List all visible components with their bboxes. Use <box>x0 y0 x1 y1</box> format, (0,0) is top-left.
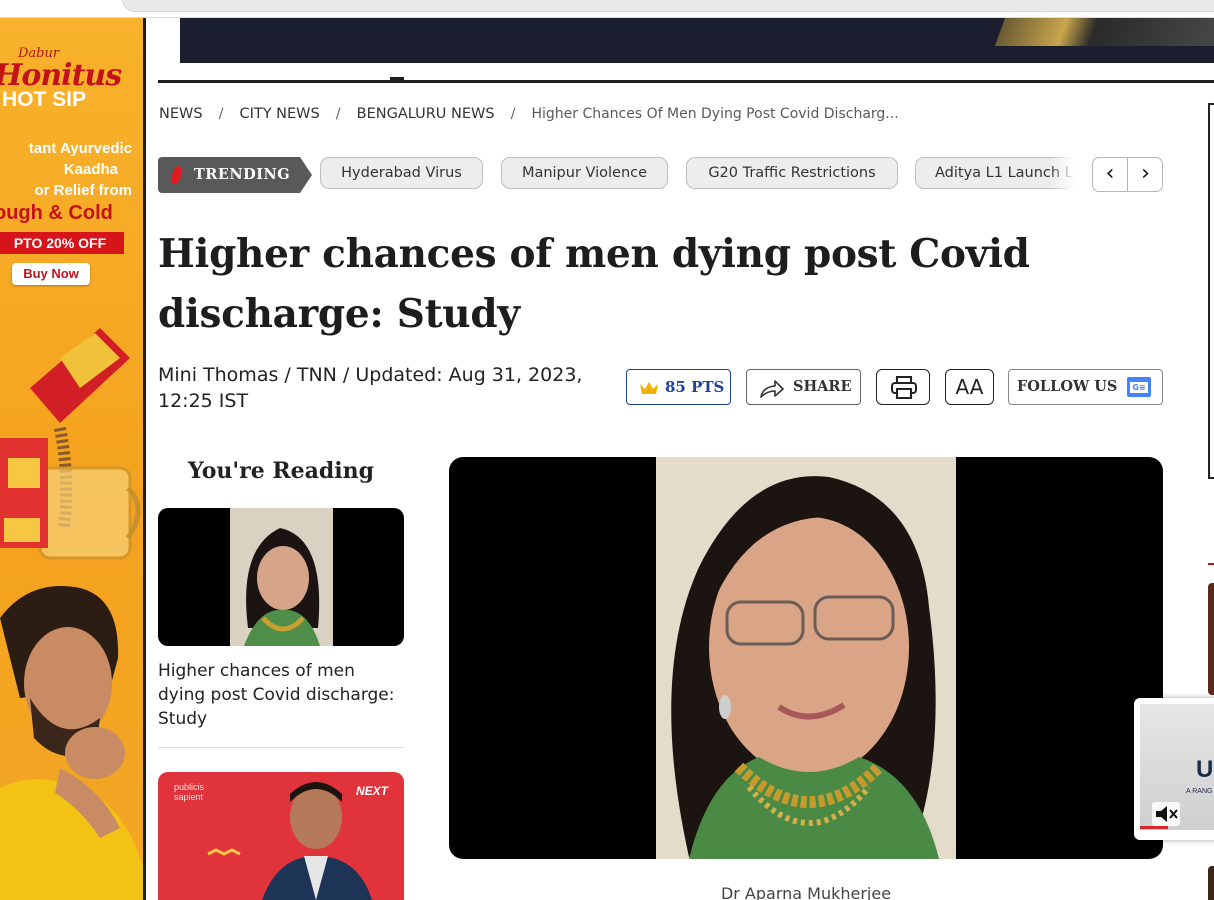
follow-label: FOLLOW US <box>1017 378 1118 395</box>
ad-product: HOT SIP <box>2 88 87 111</box>
article-headline: Higher chances of men dying post Covid d… <box>158 231 1030 337</box>
ad-product-image <box>0 328 141 560</box>
article-main-image[interactable] <box>449 457 1163 859</box>
reading-separator <box>158 747 404 748</box>
reading-thumbnail-image <box>230 508 333 646</box>
trending-badge: TRENDING <box>158 157 312 193</box>
share-icon <box>759 378 785 412</box>
right-rail-ad[interactable] <box>1208 103 1214 479</box>
flame-icon <box>170 166 183 184</box>
breadcrumb-current: Higher Chances Of Men Dying Post Covid D… <box>531 106 899 122</box>
print-button[interactable] <box>876 369 930 405</box>
breadcrumb-item-city-news[interactable]: CITY NEWS <box>239 106 319 122</box>
breadcrumb-item-bengaluru-news[interactable]: BENGALURU NEWS <box>357 106 495 122</box>
right-rail-heading <box>1208 541 1214 565</box>
breadcrumb-separator: / <box>510 106 516 122</box>
promo-thumbnail[interactable]: publicis sapient NEXT <box>158 772 404 900</box>
floating-video-player[interactable]: U A RANG <box>1134 698 1214 840</box>
ad-highlight: ough & Cold <box>0 202 113 224</box>
ad-offer: PTO 20% OFF <box>0 232 124 254</box>
google-news-icon: G≡ <box>1127 374 1151 397</box>
trending-chip[interactable]: Hyderabad Virus <box>320 157 483 189</box>
right-rail-thumbnail[interactable] <box>1208 866 1214 900</box>
chevron-left-icon[interactable]: ‹ <box>1093 158 1128 191</box>
mute-icon[interactable] <box>1152 802 1180 826</box>
trending-chip[interactable]: Aditya L1 Launch Li <box>915 157 1075 189</box>
trending-nav: ‹ › <box>1092 157 1163 192</box>
browser-top-bar <box>0 0 1214 18</box>
top-banner-ad[interactable] <box>180 18 1214 63</box>
trending-chip[interactable]: G20 Traffic Restrictions <box>686 157 898 189</box>
video-title-text: U <box>1196 756 1214 783</box>
ad-tagline-line: Kaadha <box>63 161 118 178</box>
left-sidebar-ad[interactable]: Dabur Honitus HOT SIP tant Ayurvedic Kaa… <box>0 18 146 900</box>
share-label: SHARE <box>793 378 852 395</box>
font-size-button[interactable]: AA <box>945 369 994 405</box>
trending-label: TRENDING <box>194 166 291 183</box>
ad-tagline-line: tant Ayurvedic <box>28 140 132 157</box>
header-divider-tab <box>390 77 404 81</box>
address-bar[interactable] <box>122 0 1214 12</box>
breadcrumb-item-news[interactable]: NEWS <box>159 106 203 122</box>
printer-icon <box>890 376 918 404</box>
video-screen[interactable]: U A RANG <box>1140 704 1214 830</box>
breadcrumb-separator: / <box>335 106 341 122</box>
breadcrumb-separator: / <box>218 106 224 122</box>
google-news-badge-text: G≡ <box>1130 382 1148 393</box>
points-button[interactable]: 85 PTS <box>626 369 731 405</box>
right-rail-thumbnail[interactable] <box>1208 583 1214 695</box>
promo-image <box>207 782 372 900</box>
ad-tagline-line: or Relief from <box>34 182 132 199</box>
video-subtitle-text: A RANG <box>1186 788 1213 795</box>
banner-graphic <box>994 18 1214 46</box>
article-photo <box>656 457 956 859</box>
trending-chip[interactable]: Manipur Violence <box>501 157 668 189</box>
youre-reading-heading: You're Reading <box>187 458 375 484</box>
crown-icon <box>639 381 659 397</box>
video-progress-bar[interactable] <box>1140 826 1168 829</box>
share-button[interactable]: SHARE <box>746 369 861 405</box>
ad-tagline: tant Ayurvedic Kaadha or Relief from <box>0 138 143 201</box>
image-caption: Dr Aparna Mukherjee <box>720 884 892 900</box>
ad-buy-now-button[interactable]: Buy Now <box>12 263 90 285</box>
reading-thumbnail[interactable] <box>158 508 404 646</box>
article-byline: Mini Thomas / TNN / Updated: Aug 31, 202… <box>158 364 583 412</box>
header-divider <box>158 80 1214 83</box>
chevron-right-icon[interactable]: › <box>1128 158 1162 191</box>
follow-us-button[interactable]: FOLLOW US G≡ <box>1008 369 1163 405</box>
ad-person-image <box>0 586 143 900</box>
reading-item-title[interactable]: Higher chances of men dying post Covid d… <box>158 659 404 731</box>
breadcrumb: NEWS / CITY NEWS / BENGALURU NEWS / Higher Cha… <box>159 106 899 122</box>
points-label: 85 PTS <box>665 378 725 396</box>
